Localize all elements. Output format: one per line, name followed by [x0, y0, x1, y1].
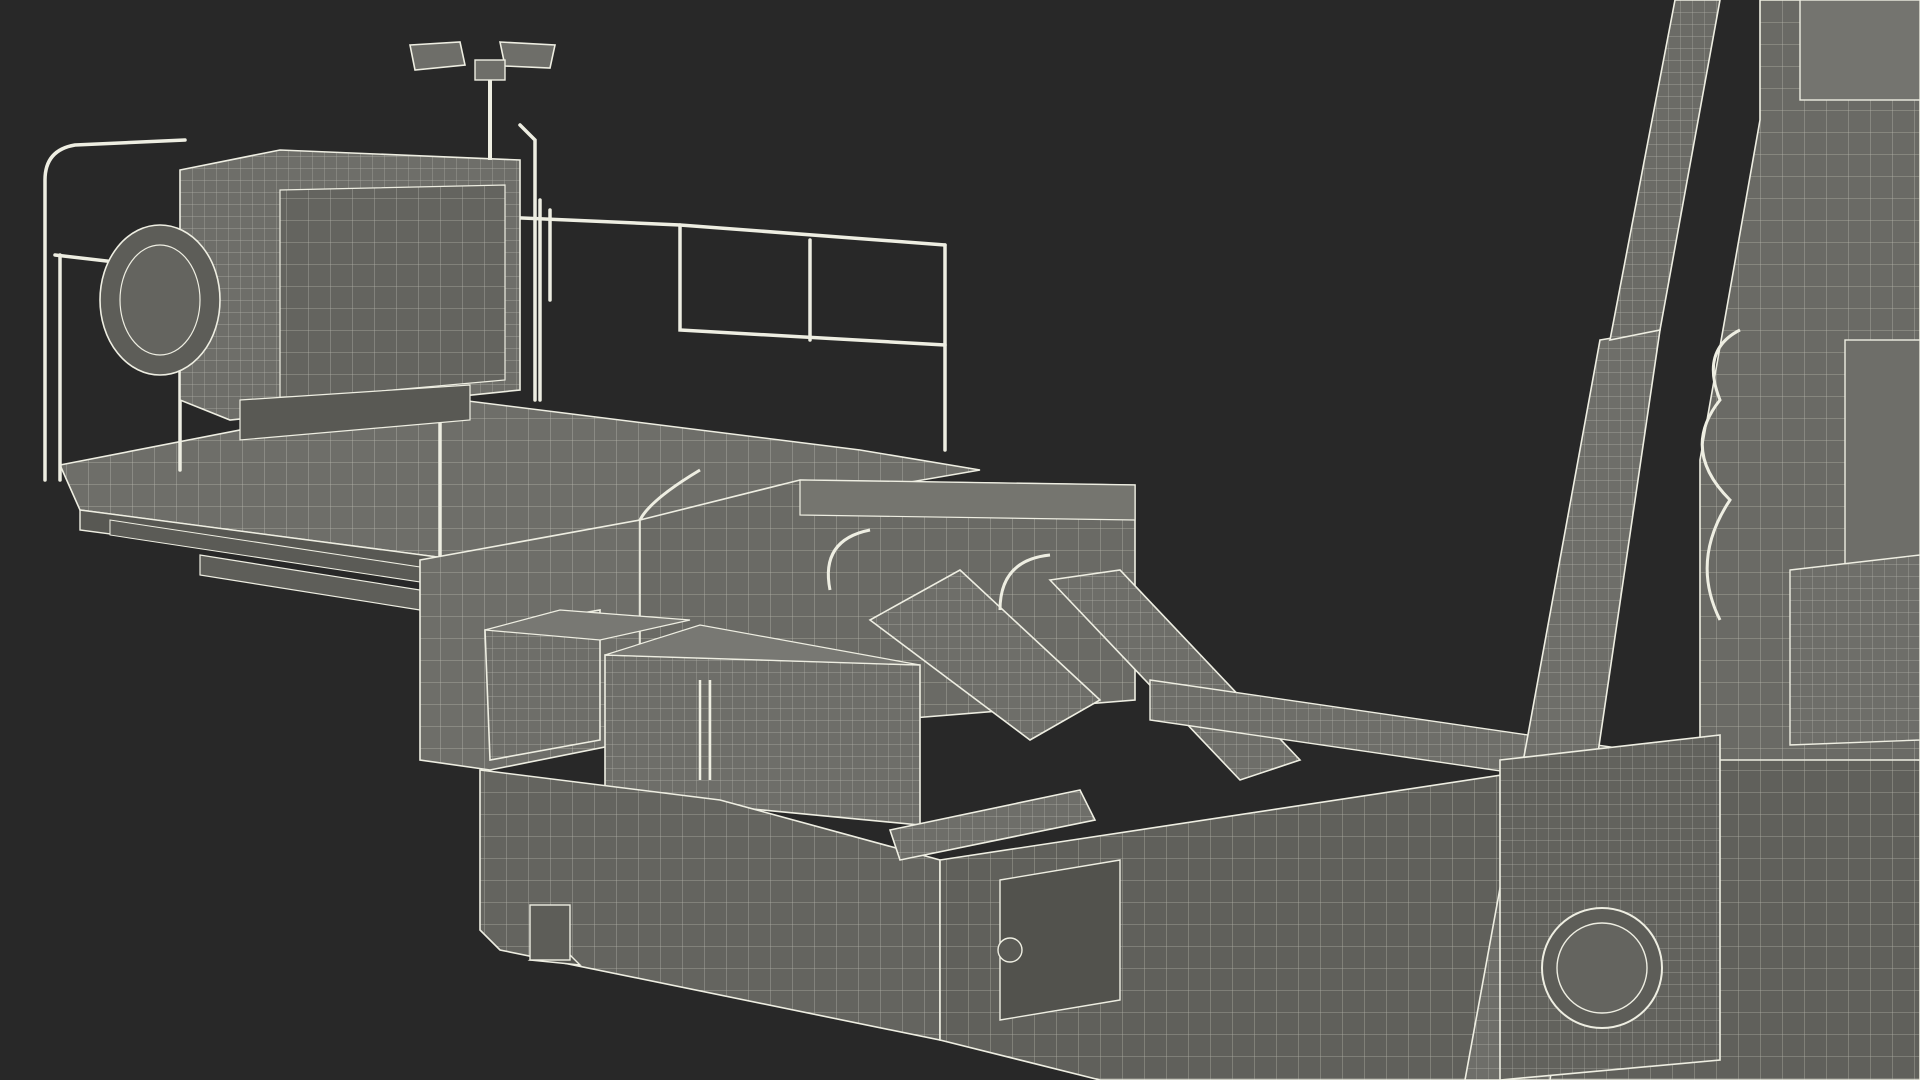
- winch-plate: [1499, 734, 1721, 1080]
- wireframe-render: [0, 0, 1920, 1080]
- render-viewport: [0, 0, 1920, 1080]
